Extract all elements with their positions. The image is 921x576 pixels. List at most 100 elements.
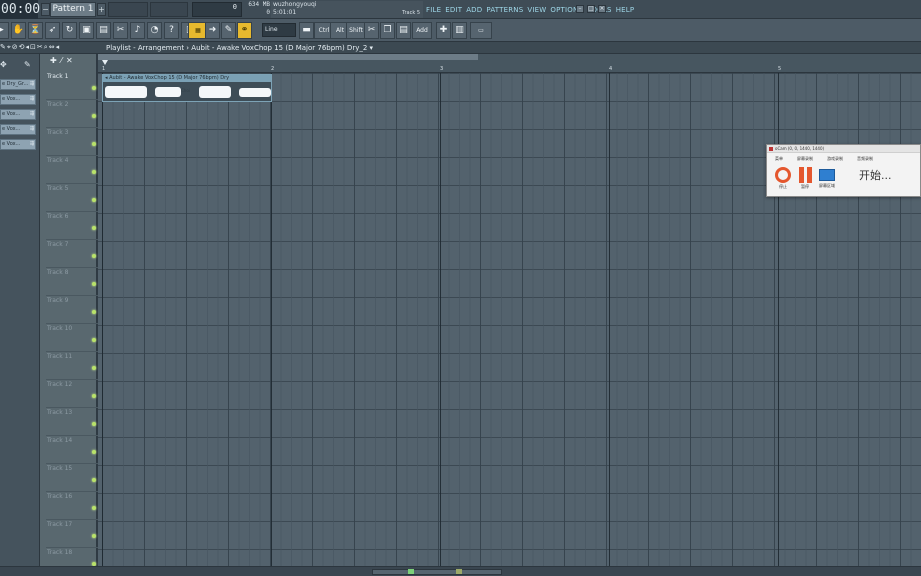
playlist-tool-icons[interactable]: ✎⌖⊘⟲◂⊡✂⌕⇔◂	[0, 43, 60, 52]
picker-item[interactable]: e Vox... ⇶	[0, 109, 36, 120]
menu-file[interactable]: FILE	[426, 6, 441, 14]
add-button[interactable]: Add	[412, 22, 432, 39]
restore-icon[interactable]: □	[587, 5, 595, 13]
open-icon[interactable]: ▤	[96, 22, 111, 39]
hand-icon[interactable]: ✋	[11, 22, 26, 39]
track-header[interactable]: Track 9	[46, 296, 98, 324]
close-icon[interactable]: ×	[598, 5, 606, 13]
recorder-title-bar[interactable]: oCam (0, 0, 1440, 1440)	[767, 145, 920, 153]
track-header[interactable]: Track 16	[46, 492, 98, 520]
pencil-icon[interactable]: ✎	[24, 60, 31, 69]
move-icon[interactable]: ✥	[0, 60, 7, 69]
menu-patterns[interactable]: PATTERNS	[486, 6, 523, 14]
timeline-ruler[interactable]: 1 2 3 4 5	[98, 54, 921, 73]
plugin-icon[interactable]: ✚	[436, 22, 451, 39]
metronome-icon[interactable]: ▸	[0, 22, 9, 39]
track-mute-led-icon[interactable]	[92, 282, 96, 286]
recorder-menu-item[interactable]: 音频录制	[857, 156, 873, 162]
playlist-title[interactable]: Playlist - Arrangement › Aubit - Awake V…	[106, 43, 373, 53]
track-header[interactable]: Track 13	[46, 408, 98, 436]
recorder-menu-item[interactable]: 菜单	[775, 156, 783, 162]
audio-clip[interactable]: ◂ Aubit - Awake VoxChop 15 (D Major 76bp…	[102, 74, 272, 102]
help-icon[interactable]: ?	[164, 22, 179, 39]
piano-icon[interactable]: ▬	[299, 22, 314, 39]
track-header[interactable]: Track 14	[46, 436, 98, 464]
pencil-icon[interactable]: ✎	[221, 22, 236, 39]
track-mute-led-icon[interactable]	[92, 366, 96, 370]
picker-item[interactable]: e Dry_Gr... ⇶	[0, 79, 36, 90]
save-icon[interactable]: ▣	[79, 22, 94, 39]
track-mute-led-icon[interactable]	[92, 114, 96, 118]
snap-select[interactable]: Line	[262, 23, 296, 37]
link-icon[interactable]: ⚭	[237, 22, 252, 39]
add-icon[interactable]: ✚	[50, 56, 61, 65]
song-position-slider[interactable]	[108, 2, 148, 17]
playhead-marker-icon[interactable]	[102, 60, 108, 65]
menu-view[interactable]: VIEW	[527, 6, 546, 14]
track-mute-led-icon[interactable]	[92, 142, 96, 146]
track-header[interactable]: Track 5	[46, 184, 98, 212]
track-mute-led-icon[interactable]	[92, 86, 96, 90]
track-header[interactable]: Track 3	[46, 128, 98, 156]
shift-button[interactable]: Shift	[346, 22, 366, 39]
tempo-display[interactable]: 0	[192, 2, 242, 17]
master-volume-slider[interactable]	[150, 2, 188, 17]
track-header[interactable]: Track 6	[46, 212, 98, 240]
screen-area-button[interactable]: 屏幕区域	[817, 167, 837, 189]
track-header[interactable]: Track 7	[46, 240, 98, 268]
minimize-icon[interactable]: –	[576, 5, 584, 13]
track-mute-led-icon[interactable]	[92, 422, 96, 426]
stop-button[interactable]: 停止	[773, 167, 793, 190]
scissors-icon[interactable]: ✂	[364, 22, 379, 39]
track-mute-led-icon[interactable]	[92, 394, 96, 398]
track-header[interactable]: Track 2	[46, 100, 98, 128]
track-mute-led-icon[interactable]	[92, 310, 96, 314]
picker-item[interactable]: e Vox... ⇶	[0, 139, 36, 150]
wait-icon[interactable]: ⏳	[28, 22, 43, 39]
track-mute-led-icon[interactable]	[92, 338, 96, 342]
flag-icon[interactable]: ▭	[470, 22, 492, 39]
track-mute-led-icon[interactable]	[92, 198, 96, 202]
track-mute-led-icon[interactable]	[92, 450, 96, 454]
clip-title[interactable]: ◂ Aubit - Awake VoxChop 15 (D Major 76bp…	[103, 75, 271, 82]
track-mute-led-icon[interactable]	[92, 534, 96, 538]
bottom-scrollbar[interactable]	[0, 566, 921, 576]
paste-icon[interactable]: ▤	[396, 22, 411, 39]
copy-icon[interactable]: ❐	[380, 22, 395, 39]
close-icon[interactable]: ✕	[66, 56, 77, 65]
track-header[interactable]: Track 8	[46, 268, 98, 296]
cut-tool-icon[interactable]: ✂	[113, 22, 128, 39]
track-header[interactable]: Track 10	[46, 324, 98, 352]
menu-edit[interactable]: EDIT	[445, 6, 462, 14]
microphone-icon[interactable]: ♪	[130, 22, 145, 39]
track-header[interactable]: Track 15	[46, 464, 98, 492]
arrow-right-icon[interactable]: ➜	[205, 22, 220, 39]
chat-icon[interactable]: ◔	[147, 22, 162, 39]
track-header[interactable]: Track 4	[46, 156, 98, 184]
track-mute-led-icon[interactable]	[92, 254, 96, 258]
pattern-prev-button[interactable]: −	[41, 3, 50, 16]
pattern-selector[interactable]: Pattern 1	[50, 2, 96, 17]
picker-item[interactable]: e Vox... ⇶	[0, 124, 36, 135]
recorder-menu-item[interactable]: 屏幕录制	[797, 156, 813, 162]
pause-button[interactable]: 暂停	[795, 167, 815, 190]
song-time-display[interactable]: 00:00	[0, 0, 40, 19]
menu-help[interactable]: HELP	[616, 6, 635, 14]
track-mute-led-icon[interactable]	[92, 506, 96, 510]
ruler-scroll-bar[interactable]	[98, 54, 478, 60]
countdown-icon[interactable]: ➶	[45, 22, 60, 39]
track-mute-led-icon[interactable]	[92, 478, 96, 482]
track-header[interactable]: Track 11	[46, 352, 98, 380]
loop-icon[interactable]: ↻	[62, 22, 77, 39]
track-mute-led-icon[interactable]	[92, 170, 96, 174]
playlist-grid[interactable]: 1 2 3 4 5	[98, 54, 921, 566]
track-header[interactable]: Track 12	[46, 380, 98, 408]
scrollbar-thumb[interactable]	[372, 569, 502, 575]
track-header[interactable]: Track 17	[46, 520, 98, 548]
recorder-menu-item[interactable]: 游戏录制	[827, 156, 843, 162]
track-mute-led-icon[interactable]	[92, 226, 96, 230]
picker-item[interactable]: e Vox... ⇶	[0, 94, 36, 105]
track-header[interactable]: Track 1	[46, 72, 98, 100]
menu-add[interactable]: ADD	[466, 6, 482, 14]
trash-icon[interactable]: ▥	[452, 22, 467, 39]
